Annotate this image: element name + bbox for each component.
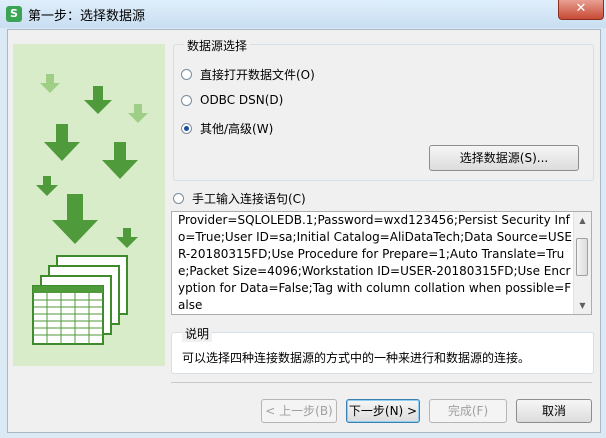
previous-button: < 上一步(B): [261, 399, 337, 423]
radio-odbc-dsn-label: ODBC DSN(D): [200, 93, 284, 107]
radio-button-icon[interactable]: [181, 69, 192, 80]
select-data-source-button[interactable]: 选择数据源(S)...: [429, 145, 579, 171]
arrow-large-icon: [102, 142, 138, 179]
dialog-client: 数据源选择 直接打开数据文件(O) ODBC DSN(D) 其他/高级(W) 选…: [7, 29, 601, 433]
scroll-up-icon[interactable]: ▲: [574, 212, 591, 229]
radio-open-file[interactable]: 直接打开数据文件(O): [181, 66, 315, 83]
green-arrows-spreadsheet-icon: [32, 74, 148, 345]
arrow-small-icon: [128, 104, 148, 123]
wizard-illustration: [13, 44, 165, 366]
title-bar: S 第一步：选择数据源 ✕: [0, 0, 606, 28]
arrow-large-icon: [44, 124, 80, 161]
radio-button-icon[interactable]: [181, 94, 192, 106]
arrow-small-icon: [40, 74, 60, 93]
connection-string-text[interactable]: Provider=SQLOLEDB.1;Password=wxd123456;P…: [178, 212, 573, 314]
window-title: 第一步：选择数据源: [28, 9, 146, 24]
radio-button-icon[interactable]: [173, 193, 184, 204]
app-icon: S: [6, 6, 22, 22]
data-source-group: 数据源选择 直接打开数据文件(O) ODBC DSN(D) 其他/高级(W) 选…: [173, 37, 594, 181]
radio-other-advanced[interactable]: 其他/高级(W): [181, 120, 273, 137]
radio-manual-connection[interactable]: 手工输入连接语句(C): [173, 190, 306, 207]
spreadsheet-stack-icon: [32, 255, 128, 345]
radio-manual-connection-label: 手工输入连接语句(C): [192, 192, 306, 206]
next-button[interactable]: 下一步(N) >: [346, 399, 420, 423]
arrow-small-icon: [36, 176, 58, 196]
radio-other-advanced-label: 其他/高级(W): [200, 122, 274, 136]
arrow-medium-icon: [84, 86, 112, 114]
data-source-group-legend: 数据源选择: [184, 37, 251, 54]
cancel-button[interactable]: 取消: [516, 399, 592, 423]
close-button[interactable]: ✕: [558, 0, 604, 20]
description-legend: 说明: [182, 325, 213, 342]
footer-divider: [171, 382, 592, 383]
radio-odbc-dsn[interactable]: ODBC DSN(D): [181, 93, 283, 107]
description-text: 可以选择四种连接数据源的方式中的一种来进行和数据源的连接。: [182, 351, 531, 365]
arrow-big-icon: [52, 194, 98, 244]
finish-button: 完成(F): [429, 399, 507, 423]
description-group: 说明 可以选择四种连接数据源的方式中的一种来进行和数据源的连接。: [171, 325, 594, 374]
scroll-down-icon[interactable]: ▼: [574, 297, 591, 314]
scroll-thumb[interactable]: [576, 238, 588, 276]
radio-button-selected-icon[interactable]: [181, 123, 192, 134]
vertical-scrollbar[interactable]: ▲ ▼: [573, 212, 591, 314]
radio-open-file-label: 直接打开数据文件(O): [200, 68, 315, 82]
connection-string-textarea[interactable]: Provider=SQLOLEDB.1;Password=wxd123456;P…: [171, 211, 592, 315]
arrow-small-icon: [116, 228, 138, 248]
